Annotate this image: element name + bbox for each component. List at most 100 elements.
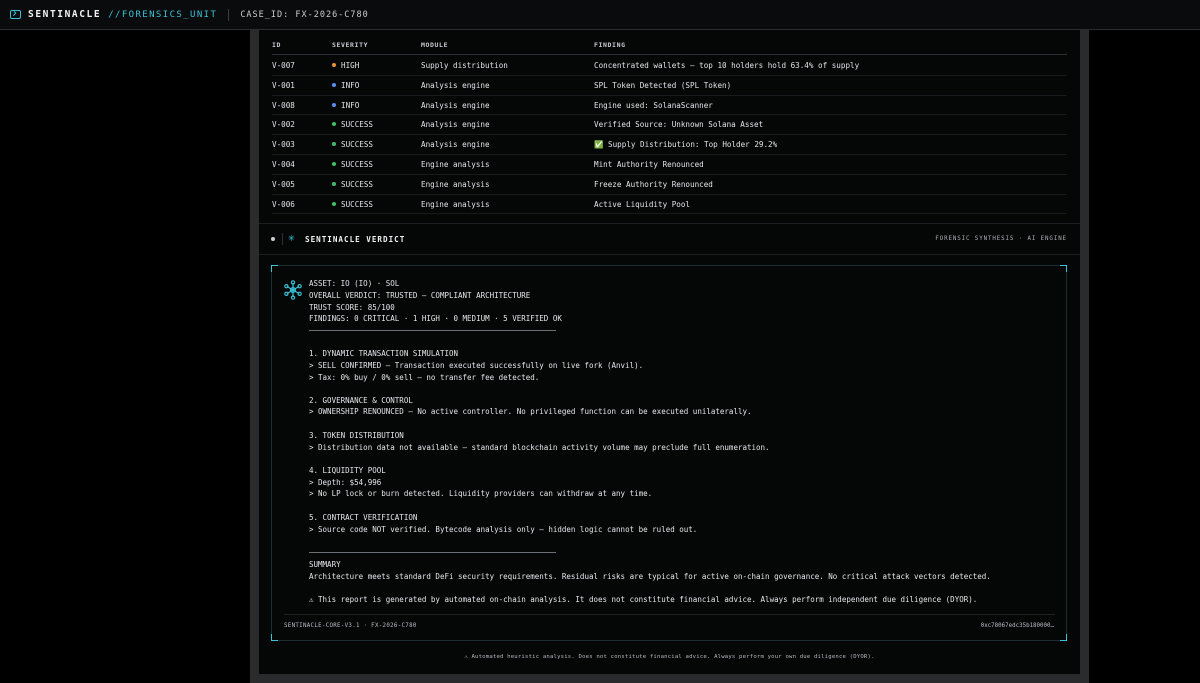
table-row[interactable]: V-003 SUCCESS Analysis engine ✅ Supply Dist… — [272, 134, 1067, 155]
row-module: Analysis engine — [421, 81, 490, 90]
section-line: > Source code NOT verified. Bytecode ana… — [309, 525, 698, 534]
row-id: V-005 — [272, 180, 295, 189]
row-finding: SPL Token Detected (SPL Token) — [594, 81, 731, 90]
table-row[interactable]: V-002 SUCCESS Analysis engine Verified Sour… — [272, 114, 1067, 136]
column-header-module: MODULE — [421, 41, 449, 49]
row-module-text: Analysis engine — [421, 100, 490, 110]
brand-name[interactable]: SENTINACLE — [28, 9, 101, 20]
verdict-engine-label: FORENSIC SYNTHESIS · AI ENGINE — [935, 236, 1067, 242]
verdict-divider — [282, 233, 283, 245]
row-id-text: V-004 — [272, 160, 295, 169]
row-severity: SUCCESS — [332, 120, 373, 129]
section-line: > SELL CONFIRMED — Transaction executed … — [309, 361, 644, 370]
summary-title: SUMMARY — [309, 560, 341, 569]
row-id: V-008 — [272, 101, 295, 110]
table-row[interactable]: V-007 HIGH Supply distribution Concentrated… — [272, 55, 1067, 76]
report-panel: ID SEVERITY MODULE FINDING V-007 HIGH Supp… — [259, 30, 1080, 674]
row-module-text: Engine analysis — [421, 199, 490, 209]
row-finding: ✅ Supply Distribution: Top Holder 29.2% — [594, 140, 777, 149]
verdict-title: SENTINACLE VERDICT — [305, 235, 406, 244]
row-severity: SUCCESS — [332, 200, 373, 209]
row-id-text: V-007 — [272, 61, 295, 70]
row-id: V-003 — [272, 140, 295, 149]
row-finding: Concentrated wallets — top 10 holders ho… — [594, 61, 859, 70]
column-header-id: ID — [272, 41, 282, 49]
row-severity: SUCCESS — [332, 140, 373, 149]
verdict-report: ASSET: IO (IO) · SOL OVERALL VERDICT: TR… — [271, 265, 1067, 641]
topbar-divider — [228, 8, 230, 21]
row-finding: Active Liquidity Pool — [594, 200, 690, 209]
row-severity: SUCCESS — [332, 180, 373, 189]
row-module: Supply distribution — [421, 61, 508, 70]
network-hub-icon — [284, 280, 302, 300]
corner-bracket — [1060, 634, 1067, 641]
row-finding: Mint Authority Renounced — [594, 160, 704, 169]
row-finding-text: Mint Authority Renounced — [594, 160, 704, 169]
row-severity: HIGH — [332, 61, 359, 70]
row-severity: INFO — [332, 81, 359, 90]
report-footer-divider — [284, 614, 1055, 615]
row-module-text: Analysis engine — [421, 120, 490, 130]
section-title-governance: 2. GOVERNANCE & CONTROL — [309, 396, 413, 405]
row-finding-text: ✅ Supply Distribution: Top Holder 29.2% — [594, 140, 778, 150]
row-severity: SUCCESS — [332, 160, 373, 169]
right-gutter — [1080, 30, 1089, 683]
severity-dot — [332, 201, 336, 206]
row-module-text: Analysis engine — [421, 140, 490, 150]
table-row[interactable]: V-006 SUCCESS Engine analysis Active Liquid… — [272, 194, 1067, 215]
report-warning: ⚠ This report is generated by automated … — [309, 595, 978, 604]
row-id: V-001 — [272, 81, 295, 90]
left-gutter — [250, 30, 259, 683]
table-row[interactable]: V-005 SUCCESS Engine analysis Freeze Author… — [272, 174, 1067, 195]
row-severity-text: SUCCESS — [341, 140, 374, 150]
row-finding: Verified Source: Unknown Solana Asset — [594, 120, 763, 129]
row-id: V-006 — [272, 200, 295, 209]
row-id-text: V-006 — [272, 199, 295, 209]
engine-version: SENTINACLE-CORE-V3.1 · FX-2026-C780 — [284, 623, 417, 629]
severity-dot — [332, 122, 336, 127]
row-id-text: V-005 — [272, 179, 295, 189]
column-header-severity: SEVERITY — [332, 41, 369, 49]
row-id-text: V-001 — [272, 80, 295, 90]
row-id: V-002 — [272, 120, 295, 129]
brand-subtitle: //FORENSICS_UNIT — [108, 9, 218, 20]
row-id-text: V-008 — [272, 100, 295, 110]
row-id: V-004 — [272, 160, 295, 169]
row-id-text: V-003 — [272, 140, 295, 150]
row-severity-text: SUCCESS — [341, 120, 374, 130]
report-hash[interactable]: 0xc78067edc35b180000… — [981, 623, 1054, 629]
row-module-text: Engine analysis — [421, 179, 490, 189]
row-module: Analysis engine — [421, 120, 490, 129]
table-row[interactable]: V-004 SUCCESS Engine analysis Mint Authorit… — [272, 154, 1067, 175]
disclaimer: ⚠ Automated heuristic analysis. Does not… — [464, 654, 875, 660]
row-finding-text: Verified Source: Unknown Solana Asset — [594, 120, 764, 130]
row-module: Analysis engine — [421, 101, 490, 110]
row-severity: INFO — [332, 101, 359, 110]
verdict-header: ✳ SENTINACLE VERDICT FORENSIC SYNTHESIS … — [259, 223, 1080, 255]
sparkle-icon: ✳ — [288, 231, 295, 244]
summary-text: Architecture meets standard DeFi securit… — [309, 572, 991, 581]
row-module-text: Engine analysis — [421, 160, 490, 169]
row-finding-text: Engine used: SolanaScanner — [594, 100, 713, 110]
row-severity-text: INFO — [341, 100, 360, 110]
top-bar: SENTINACLE //FORENSICS_UNIT CASE_ID: FX-… — [0, 0, 1200, 30]
corner-bracket — [1060, 265, 1067, 272]
section-line: > Depth: $54,996 — [309, 478, 382, 487]
row-module-text: Supply distribution — [421, 61, 508, 70]
section-line: > Distribution data not available — stan… — [309, 443, 770, 452]
table-row[interactable]: V-008 INFO Analysis engine Engine used: Sol… — [272, 95, 1067, 116]
row-severity-text: SUCCESS — [341, 199, 374, 209]
corner-bracket — [271, 265, 278, 272]
section-title-simulation: 1. DYNAMIC TRANSACTION SIMULATION — [309, 349, 459, 358]
severity-dot — [332, 82, 336, 87]
findings-table-header: ID SEVERITY MODULE FINDING — [272, 39, 1067, 55]
case-id: CASE_ID: FX-2026-C780 — [240, 9, 369, 20]
row-module-text: Analysis engine — [421, 80, 490, 90]
column-header-finding: FINDING — [594, 41, 626, 49]
row-severity-text: HIGH — [341, 61, 360, 70]
row-finding-text: Freeze Authority Renounced — [594, 179, 713, 189]
table-row[interactable]: V-001 INFO Analysis engine SPL Token Detect… — [272, 75, 1067, 96]
row-severity-text: INFO — [341, 80, 360, 90]
report-overall-verdict: OVERALL VERDICT: TRUSTED — COMPLIANT ARC… — [309, 291, 531, 300]
terminal-icon — [10, 10, 21, 19]
